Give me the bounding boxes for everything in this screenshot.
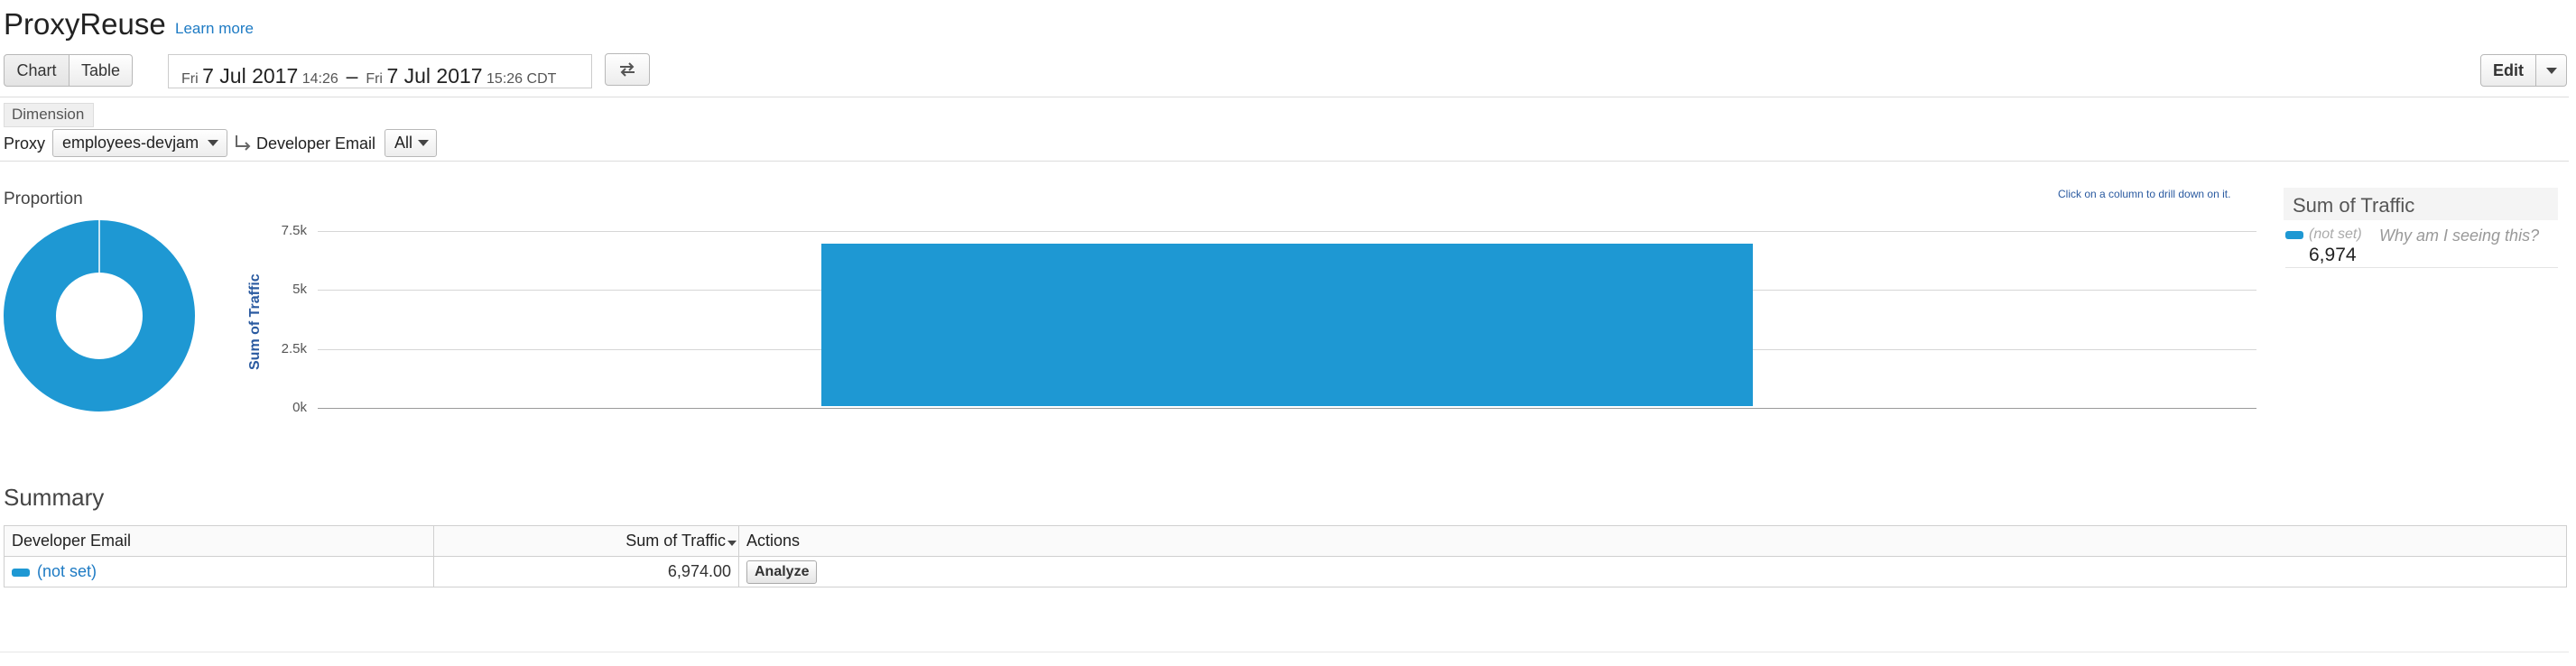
legend-item-label: (not set) [2309,227,2362,242]
chevron-down-icon [208,140,219,146]
learn-more-link[interactable]: Learn more [175,20,254,38]
date-range-picker[interactable]: Fri 7 Jul 2017 14:26 – Fri 7 Jul 2017 15… [168,54,592,88]
column-header-sum-of-traffic[interactable]: Sum of Traffic [433,525,739,557]
y-tick-label: 0k [292,400,307,415]
x-axis-line [318,408,2256,409]
analyze-button[interactable]: Analyze [746,560,818,584]
edit-menu-button[interactable] [2536,54,2567,87]
legend-swatch [2285,231,2303,239]
to-time: 15:26 CDT [486,71,557,87]
proportion-title: Proportion [4,190,83,208]
chevron-down-icon [418,140,430,146]
swap-button[interactable] [605,53,650,86]
developer-email-select-value: All [394,134,413,152]
email-cell[interactable]: (not set) [4,556,434,587]
proportion-donut-chart[interactable] [4,220,195,412]
table-row: (not set) 6,974.00 Analyze [4,556,2567,587]
column-header-developer-email[interactable]: Developer Email [4,525,434,557]
summary-table: Developer Email Sum of Traffic Actions (… [4,525,2567,587]
page-title: ProxyReuse [4,7,166,41]
sum-of-traffic-header-label: Sum of Traffic [625,532,726,550]
sort-desc-icon [727,541,737,546]
chevron-down-icon [2545,67,2557,74]
tab-chart[interactable]: Chart [4,54,69,87]
swap-arrows-icon [620,62,635,77]
date-separator: – [346,64,358,88]
to-day: Fri [366,71,383,87]
from-date: 7 Jul 2017 [202,64,299,88]
drilldown-arrow-icon [236,135,251,151]
email-link[interactable]: (not set) [37,562,97,580]
gridline [318,231,2256,232]
divider [0,161,2569,162]
proxy-select-value: employees-devjam [62,134,199,152]
legend-title: Sum of Traffic [2284,188,2558,220]
tab-table[interactable]: Table [69,54,133,87]
actions-cell: Analyze [738,556,2567,587]
from-time: 14:26 [301,71,338,87]
summary-title: Summary [4,484,105,511]
traffic-bar-chart[interactable]: 0k 2.5k 5k 7.5k [262,217,2266,424]
bar[interactable] [821,243,1753,406]
y-tick-label: 7.5k [281,223,307,238]
proxy-label: Proxy [4,134,46,153]
from-day: Fri [181,71,199,87]
edit-button[interactable]: Edit [2480,54,2536,87]
developer-email-select[interactable]: All [385,129,437,157]
y-tick-label: 2.5k [281,340,307,356]
row-color-swatch [12,568,30,577]
why-am-i-seeing-this-link[interactable]: Why am I seeing this? [2379,227,2539,245]
dimension-tag: Dimension [4,103,95,127]
proxy-select[interactable]: employees-devjam [52,129,227,157]
chart-hint: Click on a column to drill down on it. [2058,188,2231,200]
traffic-cell: 6,974.00 [433,556,739,587]
legend-item-value: 6,974 [2309,245,2357,265]
developer-email-label: Developer Email [256,134,376,153]
y-tick-label: 5k [292,282,307,298]
legend-item[interactable]: (not set) Why am I seeing this? 6,974 [2285,227,2558,268]
column-header-actions: Actions [738,525,2567,557]
to-date: 7 Jul 2017 [386,64,483,88]
